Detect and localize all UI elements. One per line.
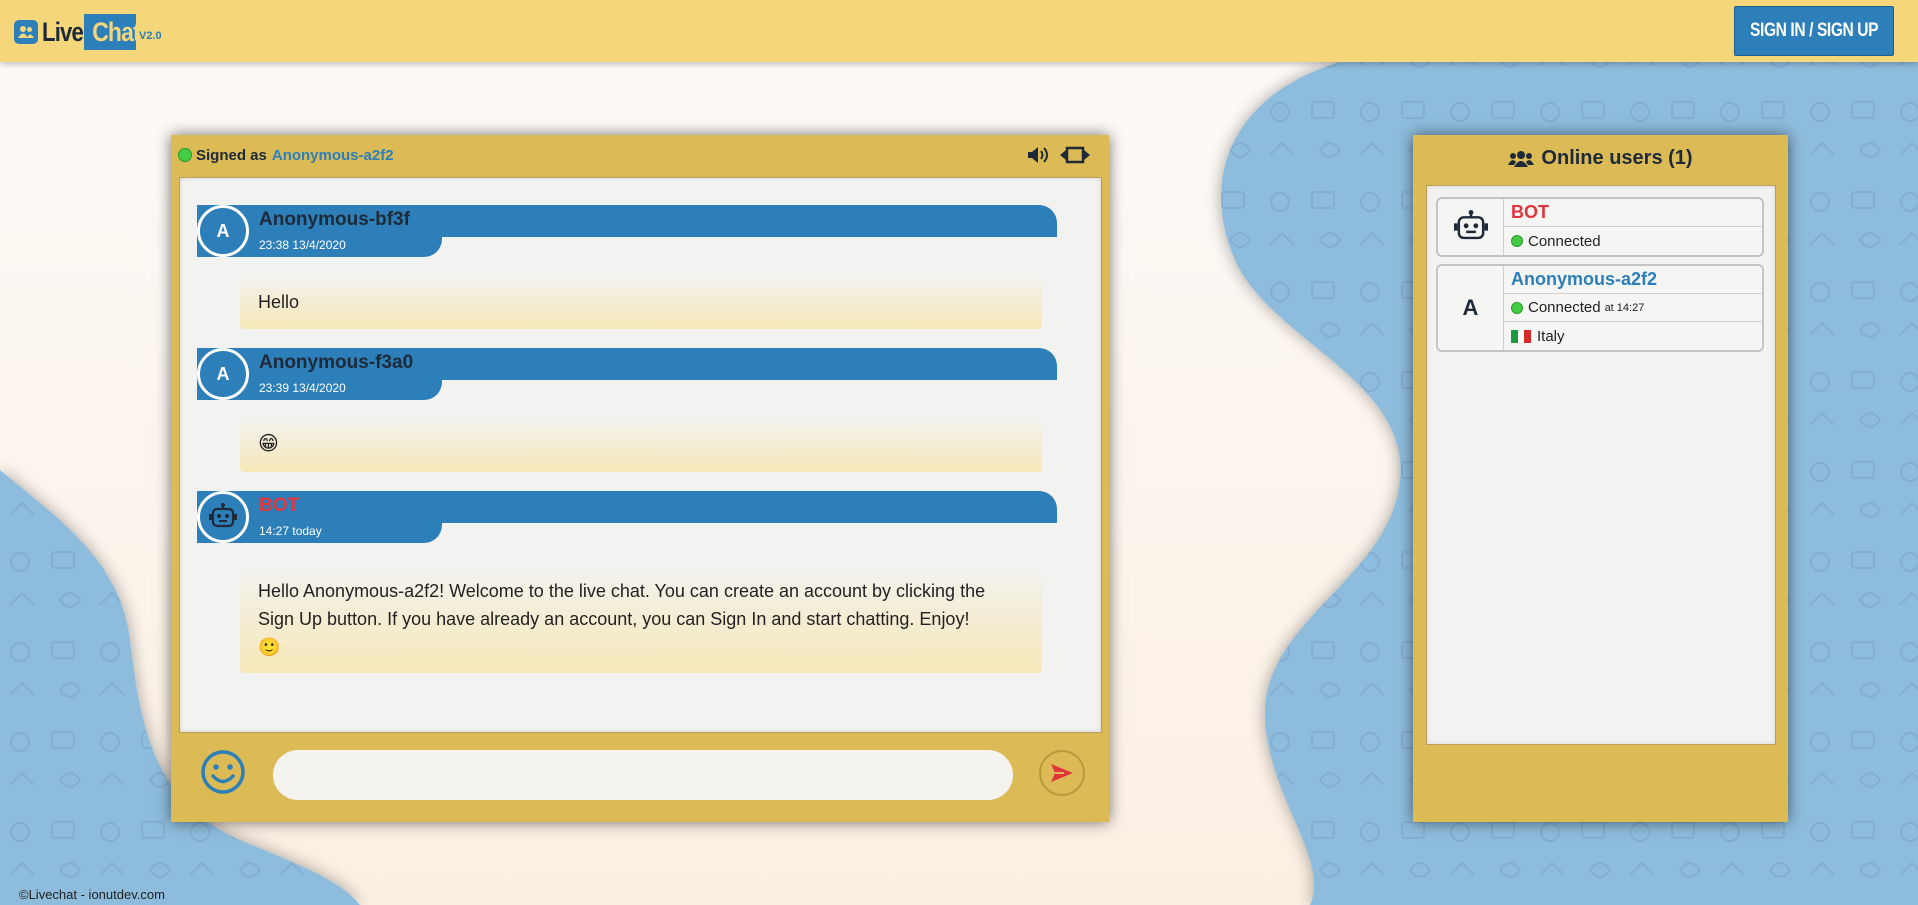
send-icon (1051, 764, 1073, 782)
avatar: A (197, 348, 249, 400)
logo-version: V2.0 (139, 30, 162, 42)
online-status-dot (1511, 301, 1523, 314)
logo-live-text: Live (42, 16, 84, 47)
avatar: A (1438, 266, 1504, 350)
user-card-anonymous[interactable]: A Anonymous-a2f2 Connected at 14:27 Italy (1436, 264, 1764, 352)
expand-horizontal-icon[interactable] (1060, 145, 1090, 170)
send-button[interactable] (1039, 750, 1085, 796)
avatar: A (197, 205, 249, 257)
user-status: Connected (1528, 299, 1601, 316)
robot-icon (1438, 199, 1504, 255)
messages-area[interactable]: A Anonymous-bf3f 23:38 13/4/2020 Hello A… (179, 177, 1102, 733)
footer-credit: ©Livechat - ionutdev.com (19, 887, 165, 902)
logo[interactable]: Live Chat V2.0 (14, 14, 162, 50)
emoji-picker-icon[interactable] (200, 749, 246, 800)
message-input[interactable] (273, 750, 1013, 800)
users-icon (14, 20, 38, 44)
user-name: Anonymous-a2f2 (1511, 269, 1658, 289)
avatar-letter: A (1462, 295, 1479, 320)
online-status-dot (1511, 235, 1523, 247)
message-author: BOT (259, 495, 300, 516)
message-text: 😁 (240, 418, 1042, 472)
online-users-panel: Online users (1) BOT Connected A Anonymo… (1413, 135, 1788, 822)
message-text: Hello (240, 275, 1042, 329)
message-author: Anonymous-bf3f (259, 209, 410, 230)
chat-header: Signed as Anonymous-a2f2 (171, 135, 1109, 175)
message-time: 23:38 13/4/2020 (259, 238, 346, 252)
top-bar: Live Chat V2.0 SIGN IN / SIGN UP (0, 0, 1918, 62)
message-header-bar (197, 491, 1057, 523)
signed-as-label: Signed as (196, 146, 267, 164)
user-card-bot[interactable]: BOT Connected (1436, 197, 1764, 257)
user-name: BOT (1511, 202, 1549, 222)
italy-flag-icon (1511, 329, 1532, 343)
users-list: BOT Connected A Anonymous-a2f2 Connected… (1426, 185, 1776, 745)
sign-in-sign-up-button[interactable]: SIGN IN / SIGN UP (1734, 6, 1894, 56)
chat-panel: Signed as Anonymous-a2f2 A Anonymous-bf3… (171, 135, 1109, 822)
online-status-dot (178, 148, 192, 162)
user-status: Connected (1528, 232, 1601, 250)
user-country: Italy (1537, 327, 1565, 345)
user-connected-time: at 14:27 (1604, 301, 1645, 314)
users-icon (1508, 150, 1535, 167)
logo-chat-text: Chat (84, 14, 136, 50)
message-time: 14:27 today (259, 524, 322, 538)
message-time: 23:39 13/4/2020 (259, 381, 346, 395)
message-author: Anonymous-f3a0 (259, 352, 414, 373)
signed-user-name: Anonymous-a2f2 (271, 146, 394, 164)
message-text: Hello Anonymous-a2f2! Welcome to the liv… (240, 565, 1042, 673)
volume-icon[interactable] (1026, 145, 1050, 170)
robot-icon (197, 491, 249, 543)
online-users-title: Online users (1) (1413, 147, 1788, 170)
online-users-count-label: Online users (1) (1541, 147, 1693, 169)
